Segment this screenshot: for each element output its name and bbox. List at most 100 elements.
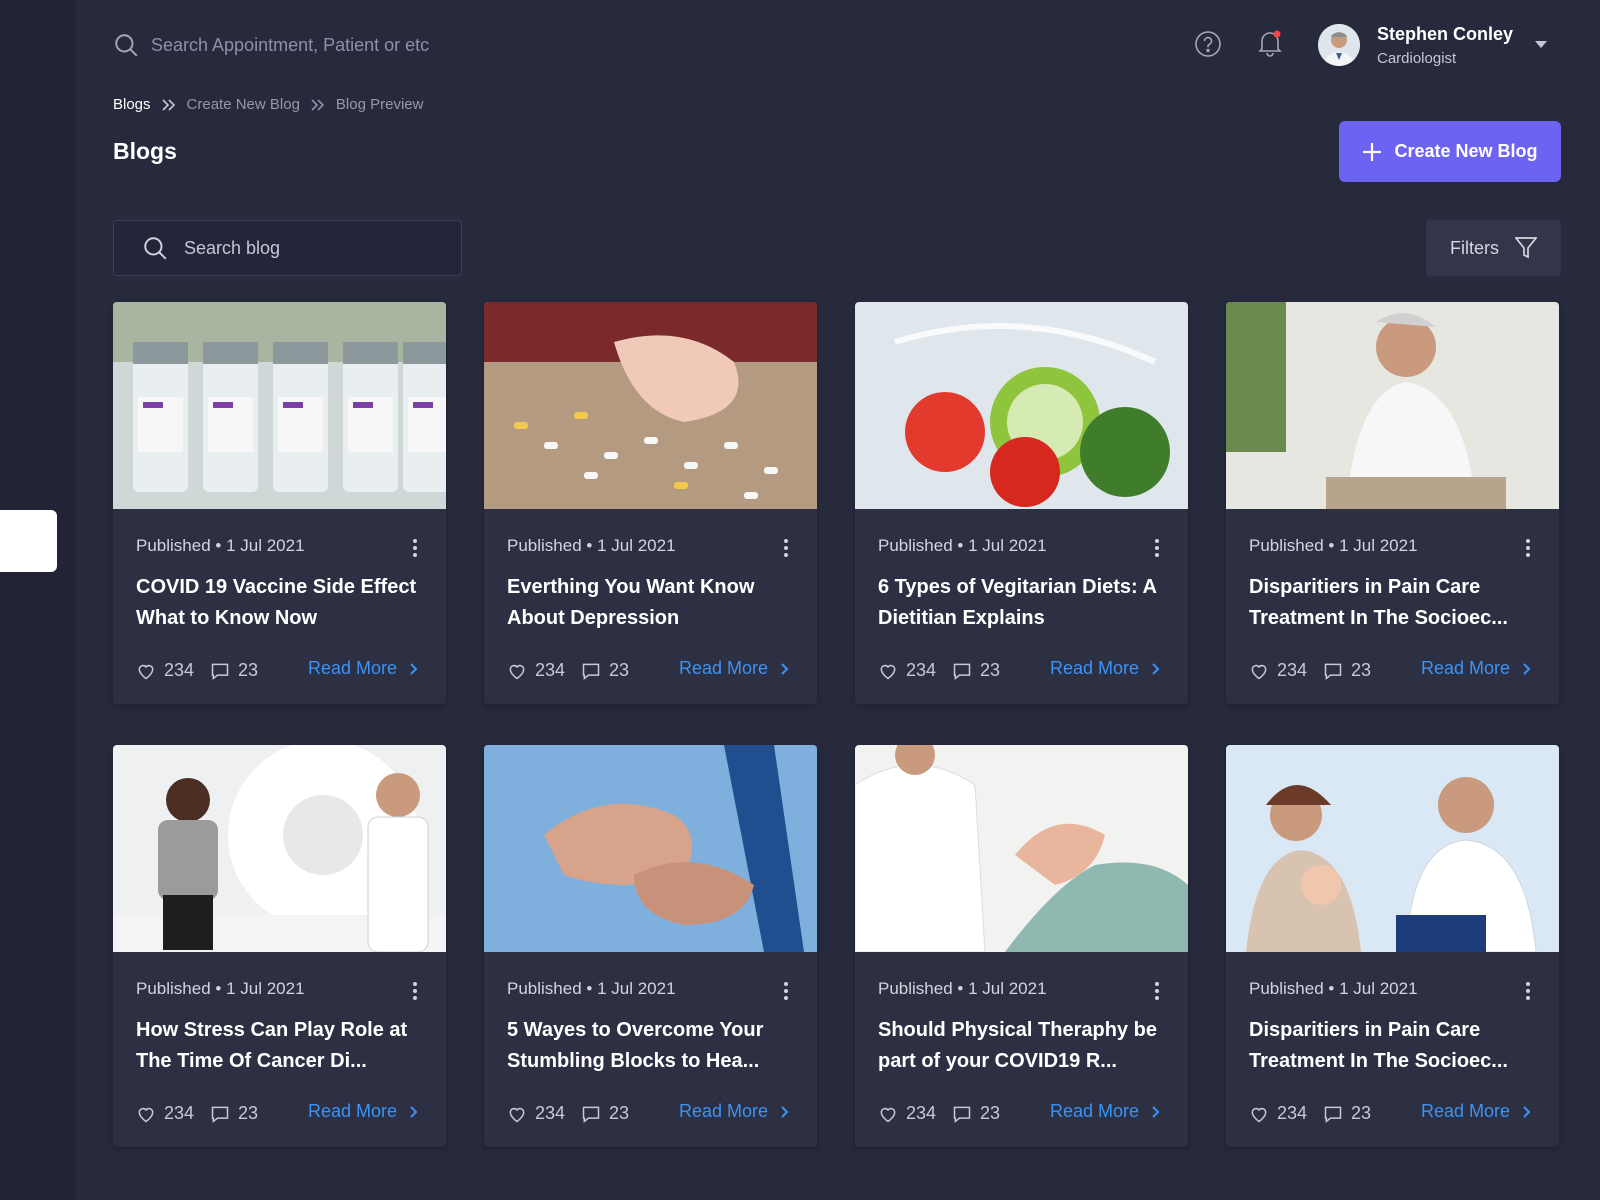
chevron-right-icon [1152, 662, 1160, 675]
blog-stats: 234 23 [507, 660, 645, 681]
blog-title[interactable]: 6 Types of Vegitarian Diets: A Dietitian… [878, 572, 1168, 634]
global-search [113, 32, 571, 58]
comments-count: 23 [980, 660, 1001, 680]
heart-icon [509, 664, 525, 679]
blog-title[interactable]: Disparitiers in Pain Care Treatment In T… [1249, 572, 1539, 634]
heart-icon [138, 664, 154, 679]
blog-card[interactable]: Published • 1 Jul 2021 COVID 19 Vaccine … [113, 302, 446, 704]
comment-icon [211, 1106, 229, 1123]
chevron-right-icon [1523, 662, 1531, 675]
help-icon[interactable] [1194, 30, 1222, 58]
create-new-blog-button[interactable]: Create New Blog [1339, 121, 1561, 182]
blog-meta: Published • 1 Jul 2021 [1249, 979, 1418, 999]
global-search-input[interactable] [151, 34, 571, 56]
more-vertical-icon[interactable] [1154, 538, 1160, 558]
blog-thumbnail[interactable] [1226, 745, 1559, 952]
more-vertical-icon[interactable] [1525, 981, 1531, 1001]
read-more-link[interactable]: Read More [1421, 658, 1532, 679]
read-more-link[interactable]: Read More [1050, 658, 1161, 679]
dot-separator: • [586, 536, 598, 555]
blog-card[interactable]: Published • 1 Jul 2021 6 Types of Vegita… [855, 302, 1188, 704]
comments-stat[interactable]: 23 [210, 660, 258, 681]
blog-card[interactable]: Published • 1 Jul 2021 5 Wayes to Overco… [484, 745, 817, 1147]
sidebar-active-tab[interactable] [0, 510, 57, 572]
likes-stat[interactable]: 234 [1249, 1103, 1307, 1124]
blog-title[interactable]: How Stress Can Play Role at The Time Of … [136, 1015, 426, 1077]
blog-card[interactable]: Published • 1 Jul 2021 Everthing You Wan… [484, 302, 817, 704]
more-vertical-icon[interactable] [412, 538, 418, 558]
comment-icon [582, 663, 600, 680]
likes-count: 234 [906, 1103, 937, 1123]
read-more-link[interactable]: Read More [308, 1101, 419, 1122]
read-more-link[interactable]: Read More [308, 658, 419, 679]
plus-icon [1363, 142, 1382, 161]
chevron-right-icon [781, 662, 789, 675]
blog-title[interactable]: 5 Wayes to Overcome Your Stumbling Block… [507, 1015, 797, 1077]
likes-stat[interactable]: 234 [507, 1103, 565, 1124]
blog-date: 1 Jul 2021 [968, 536, 1047, 555]
more-vertical-icon[interactable] [412, 981, 418, 1001]
comments-stat[interactable]: 23 [1323, 1103, 1371, 1124]
read-more-link[interactable]: Read More [679, 1101, 790, 1122]
blog-title[interactable]: COVID 19 Vaccine Side Effect What to Kno… [136, 572, 426, 634]
blog-thumbnail[interactable] [484, 302, 817, 509]
comments-count: 23 [1351, 1103, 1372, 1123]
blog-thumbnail[interactable] [113, 745, 446, 952]
blog-card[interactable]: Published • 1 Jul 2021 How Stress Can Pl… [113, 745, 446, 1147]
likes-stat[interactable]: 234 [878, 1103, 936, 1124]
comments-stat[interactable]: 23 [210, 1103, 258, 1124]
likes-stat[interactable]: 234 [136, 660, 194, 681]
comment-icon [953, 1106, 971, 1123]
comments-stat[interactable]: 23 [581, 660, 629, 681]
breadcrumb-item[interactable]: Create New Blog [187, 96, 300, 113]
more-vertical-icon[interactable] [783, 538, 789, 558]
blog-meta: Published • 1 Jul 2021 [878, 536, 1047, 556]
dot-separator: • [957, 536, 969, 555]
breadcrumb-item[interactable]: Blogs [113, 96, 151, 113]
comments-stat[interactable]: 23 [581, 1103, 629, 1124]
comments-stat[interactable]: 23 [952, 660, 1000, 681]
blog-card[interactable]: Published • 1 Jul 2021 Disparitiers in P… [1226, 745, 1559, 1147]
avatar[interactable] [1318, 24, 1360, 66]
bell-icon[interactable] [1256, 28, 1284, 58]
blog-title[interactable]: Should Physical Theraphy be part of your… [878, 1015, 1168, 1077]
chevron-right-icon [1152, 1105, 1160, 1118]
read-more-link[interactable]: Read More [679, 658, 790, 679]
blog-thumbnail[interactable] [855, 745, 1188, 952]
heart-icon [880, 1107, 896, 1122]
filter-icon [1515, 237, 1537, 259]
chevron-down-icon[interactable] [1533, 38, 1549, 50]
blog-meta: Published • 1 Jul 2021 [507, 979, 676, 999]
comments-stat[interactable]: 23 [952, 1103, 1000, 1124]
blog-title[interactable]: Everthing You Want Know About Depression [507, 572, 797, 634]
read-more-link[interactable]: Read More [1421, 1101, 1532, 1122]
user-name: Stephen Conley [1377, 24, 1514, 44]
read-more-link[interactable]: Read More [1050, 1101, 1161, 1122]
blog-thumbnail[interactable] [113, 302, 446, 509]
blog-date: 1 Jul 2021 [1339, 979, 1418, 998]
comments-count: 23 [238, 660, 259, 680]
likes-stat[interactable]: 234 [136, 1103, 194, 1124]
breadcrumb: Blogs Create New Blog Blog Preview [113, 96, 423, 113]
more-vertical-icon[interactable] [1154, 981, 1160, 1001]
filters-button[interactable]: Filters [1426, 220, 1561, 276]
blog-card[interactable]: Published • 1 Jul 2021 Disparitiers in P… [1226, 302, 1559, 704]
blog-search-input[interactable] [184, 237, 434, 259]
blog-thumbnail[interactable] [855, 302, 1188, 509]
blog-stats: 234 23 [136, 660, 274, 681]
blog-thumbnail[interactable] [1226, 302, 1559, 509]
blog-thumbnail[interactable] [484, 745, 817, 952]
likes-stat[interactable]: 234 [1249, 660, 1307, 681]
blog-title[interactable]: Disparitiers in Pain Care Treatment In T… [1249, 1015, 1539, 1077]
more-vertical-icon[interactable] [1525, 538, 1531, 558]
blog-grid: Published • 1 Jul 2021 COVID 19 Vaccine … [113, 302, 1559, 1147]
read-more-label: Read More [679, 658, 769, 678]
more-vertical-icon[interactable] [783, 981, 789, 1001]
breadcrumb-item[interactable]: Blog Preview [336, 96, 424, 113]
comments-count: 23 [980, 1103, 1001, 1123]
comments-count: 23 [1351, 660, 1372, 680]
likes-stat[interactable]: 234 [507, 660, 565, 681]
likes-stat[interactable]: 234 [878, 660, 936, 681]
blog-card[interactable]: Published • 1 Jul 2021 Should Physical T… [855, 745, 1188, 1147]
comments-stat[interactable]: 23 [1323, 660, 1371, 681]
